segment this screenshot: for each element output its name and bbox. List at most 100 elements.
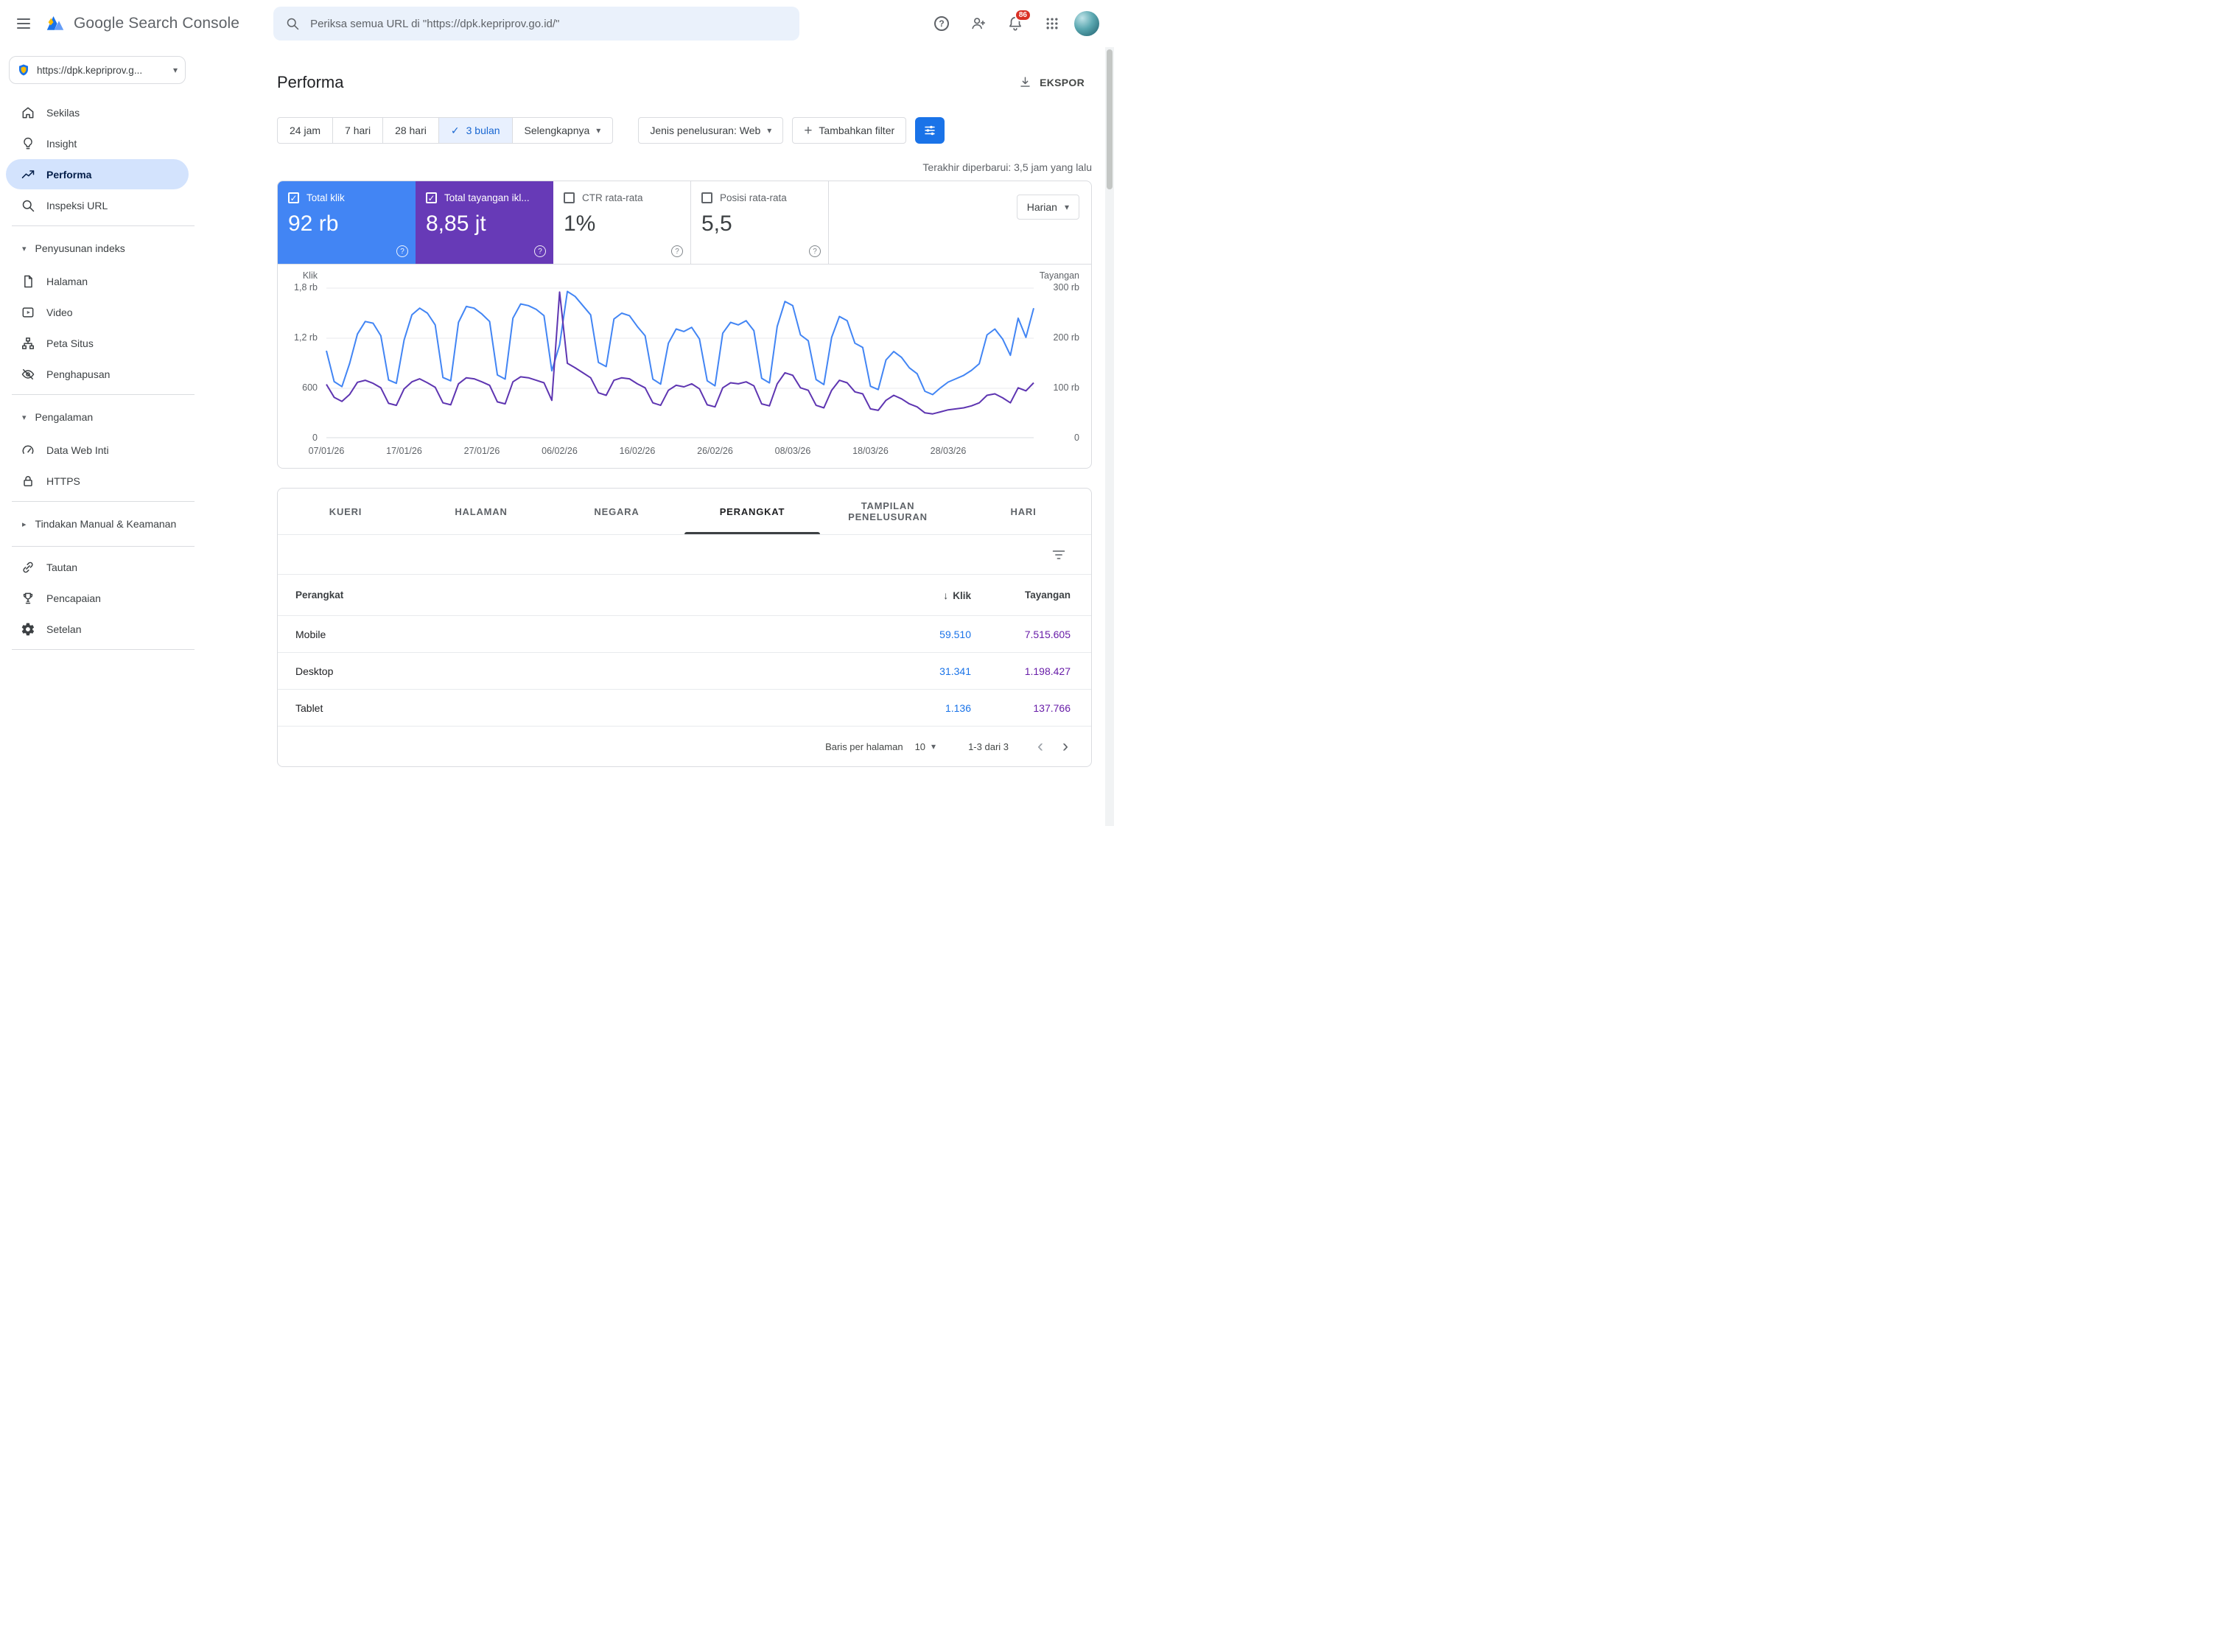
sidebar-section-label: Tindakan Manual & Keamanan — [35, 518, 177, 530]
range-label: 3 bulan — [466, 125, 500, 136]
tab-negara[interactable]: NEGARA — [549, 489, 684, 534]
axis-tick-label: 0 — [1074, 433, 1079, 443]
table-row[interactable]: Tablet 1.136 137.766 — [278, 690, 1091, 727]
previous-page-button[interactable]: ‹ — [1028, 734, 1053, 759]
search-console-logo-icon — [46, 16, 64, 30]
tab-perangkat[interactable]: PERANGKAT — [684, 489, 820, 534]
table-row[interactable]: Mobile 59.510 7.515.605 — [278, 616, 1091, 653]
url-inspect-input[interactable] — [309, 16, 788, 31]
help-icon[interactable]: ? — [396, 245, 408, 257]
range-7-hari[interactable]: 7 hari — [332, 118, 382, 143]
property-selector[interactable]: https://dpk.kepriprov.g... ▾ — [9, 56, 186, 84]
question-glyph: ? — [813, 247, 817, 256]
sitemap-icon — [21, 337, 35, 349]
clicks-cell[interactable]: 59.510 — [735, 629, 971, 640]
avatar[interactable] — [1074, 11, 1099, 36]
scrollbar-thumb[interactable] — [1107, 49, 1113, 189]
rows-per-page-label: Baris per halaman — [825, 741, 903, 752]
sidebar-item-tautan[interactable]: Tautan — [6, 552, 189, 582]
sidebar-item-setelan[interactable]: Setelan — [6, 614, 189, 644]
pages-icon — [24, 275, 32, 287]
sidebar-item-inspeksi-url[interactable]: Inspeksi URL — [6, 190, 189, 220]
clicks-cell[interactable]: 31.341 — [735, 665, 971, 677]
impressions-cell[interactable]: 1.198.427 — [971, 665, 1071, 677]
search-icon — [287, 18, 299, 30]
sidebar-item-peta-situs[interactable]: Peta Situs — [6, 328, 189, 358]
scrollbar-track[interactable] — [1105, 47, 1114, 826]
app-title: Google Search Console — [74, 15, 240, 32]
sidebar-section-pengalaman[interactable]: ▾ Pengalaman — [0, 400, 195, 434]
clicks-cell[interactable]: 1.136 — [735, 702, 971, 714]
help-button[interactable]: ? — [927, 9, 956, 38]
granularity-select[interactable]: Harian ▾ — [1016, 195, 1079, 220]
help-icon[interactable]: ? — [809, 245, 821, 257]
sidebar-section-tindakan-manual[interactable]: ▸ Tindakan Manual & Keamanan — [0, 507, 195, 541]
tab-kueri[interactable]: KUERI — [278, 489, 413, 534]
property-name: https://dpk.kepriprov.g... — [37, 64, 143, 76]
metric-label: Total tayangan ikl... — [444, 192, 530, 203]
sidebar-item-halaman[interactable]: Halaman — [6, 266, 189, 296]
checkbox-checked-icon[interactable]: ✓ — [426, 192, 437, 203]
chart-plot[interactable]: 07/01/26 17/01/26 27/01/26 06/02/26 16/02/26… — [309, 288, 1034, 456]
checkbox-unchecked-icon[interactable] — [564, 192, 575, 203]
range-label: 28 hari — [395, 125, 427, 136]
metric-card-ctr[interactable]: CTR rata-rata 1% ? — [553, 181, 691, 264]
sort-desc-icon: ↓ — [943, 589, 949, 601]
sidebar-item-sekilas[interactable]: Sekilas — [6, 97, 189, 127]
impressions-cell[interactable]: 7.515.605 — [971, 629, 1071, 640]
axis-tick-label: 600 — [302, 382, 318, 393]
range-28-hari[interactable]: 28 hari — [382, 118, 438, 143]
column-header-klik[interactable]: ↓ Klik — [735, 589, 971, 601]
range-selengkapnya[interactable]: Selengkapnya ▾ — [511, 118, 613, 143]
column-header-perangkat[interactable]: Perangkat — [295, 589, 735, 601]
tab-halaman[interactable]: HALAMAN — [413, 489, 549, 534]
metric-card-total-tayangan[interactable]: ✓ Total tayangan ikl... 8,85 jt ? — [416, 181, 553, 264]
metric-card-posisi[interactable]: Posisi rata-rata 5,5 ? — [691, 181, 829, 264]
sidebar-item-video[interactable]: Video — [6, 297, 189, 327]
sidebar-item-performa[interactable]: Performa — [6, 159, 189, 189]
sidebar-item-https[interactable]: HTTPS — [6, 466, 189, 496]
sidebar-item-insight[interactable]: Insight — [6, 128, 189, 158]
range-24-jam[interactable]: 24 jam — [278, 118, 332, 143]
sidebar-item-label: Performa — [46, 168, 92, 181]
manage-users-button[interactable] — [964, 9, 993, 38]
page-title: Performa — [277, 72, 344, 91]
column-header-tayangan[interactable]: Tayangan — [971, 589, 1071, 601]
checkbox-unchecked-icon[interactable] — [701, 192, 712, 203]
checkbox-checked-icon[interactable]: ✓ — [288, 192, 299, 203]
app-logo[interactable]: Google Search Console — [44, 13, 239, 35]
filter-toggle-button[interactable] — [915, 117, 945, 144]
add-filter-button[interactable]: + Tambahkan filter — [792, 117, 907, 144]
sidebar-item-data-web-inti[interactable]: Data Web Inti — [6, 435, 189, 465]
column-label: Klik — [953, 589, 971, 601]
apps-grid-button[interactable] — [1037, 9, 1067, 38]
help-icon[interactable]: ? — [534, 245, 546, 257]
home-icon — [22, 107, 34, 118]
sidebar-item-penghapusan[interactable]: Penghapusan — [6, 359, 189, 389]
menu-icon[interactable] — [9, 9, 38, 38]
tab-hari[interactable]: HARI — [956, 489, 1091, 534]
check-icon: ✓ — [450, 124, 460, 136]
table-row[interactable]: Desktop 31.341 1.198.427 — [278, 653, 1091, 690]
tab-tampilan-penelusuran[interactable]: TAMPILAN PENELUSURAN — [820, 489, 956, 534]
next-page-button[interactable]: › — [1053, 734, 1078, 759]
impressions-cell[interactable]: 137.766 — [971, 702, 1071, 714]
search-type-filter[interactable]: Jenis penelusuran: Web ▾ — [638, 117, 784, 144]
help-icon[interactable]: ? — [671, 245, 683, 257]
rows-per-page-select[interactable]: 10 ▾ — [911, 741, 941, 753]
performance-chart-svg — [326, 288, 1034, 438]
chevron-down-icon: ▾ — [172, 65, 178, 75]
table-filter-button[interactable] — [1045, 542, 1072, 568]
topbar-actions: ? 86 — [927, 9, 1099, 38]
export-button[interactable]: EKSPOR — [1011, 69, 1092, 95]
sidebar-item-label: Penghapusan — [46, 368, 111, 380]
sidebar-item-label: Inspeksi URL — [46, 199, 108, 211]
url-inspect-searchbox[interactable] — [273, 7, 800, 41]
notifications-button[interactable]: 86 — [1001, 9, 1031, 38]
divider — [12, 649, 195, 650]
sidebar-item-pencapaian[interactable]: Pencapaian — [6, 583, 189, 613]
sidebar-section-penyusunan-indeks[interactable]: ▾ Penyusunan indeks — [0, 231, 195, 265]
metric-card-total-klik[interactable]: ✓ Total klik 92 rb ? — [278, 181, 416, 264]
range-3-bulan[interactable]: ✓ 3 bulan — [438, 118, 512, 143]
performance-chart: Klik 1,8 rb 1,2 rb 600 0 07/01/26 17/01/26 27… — [278, 265, 1091, 468]
